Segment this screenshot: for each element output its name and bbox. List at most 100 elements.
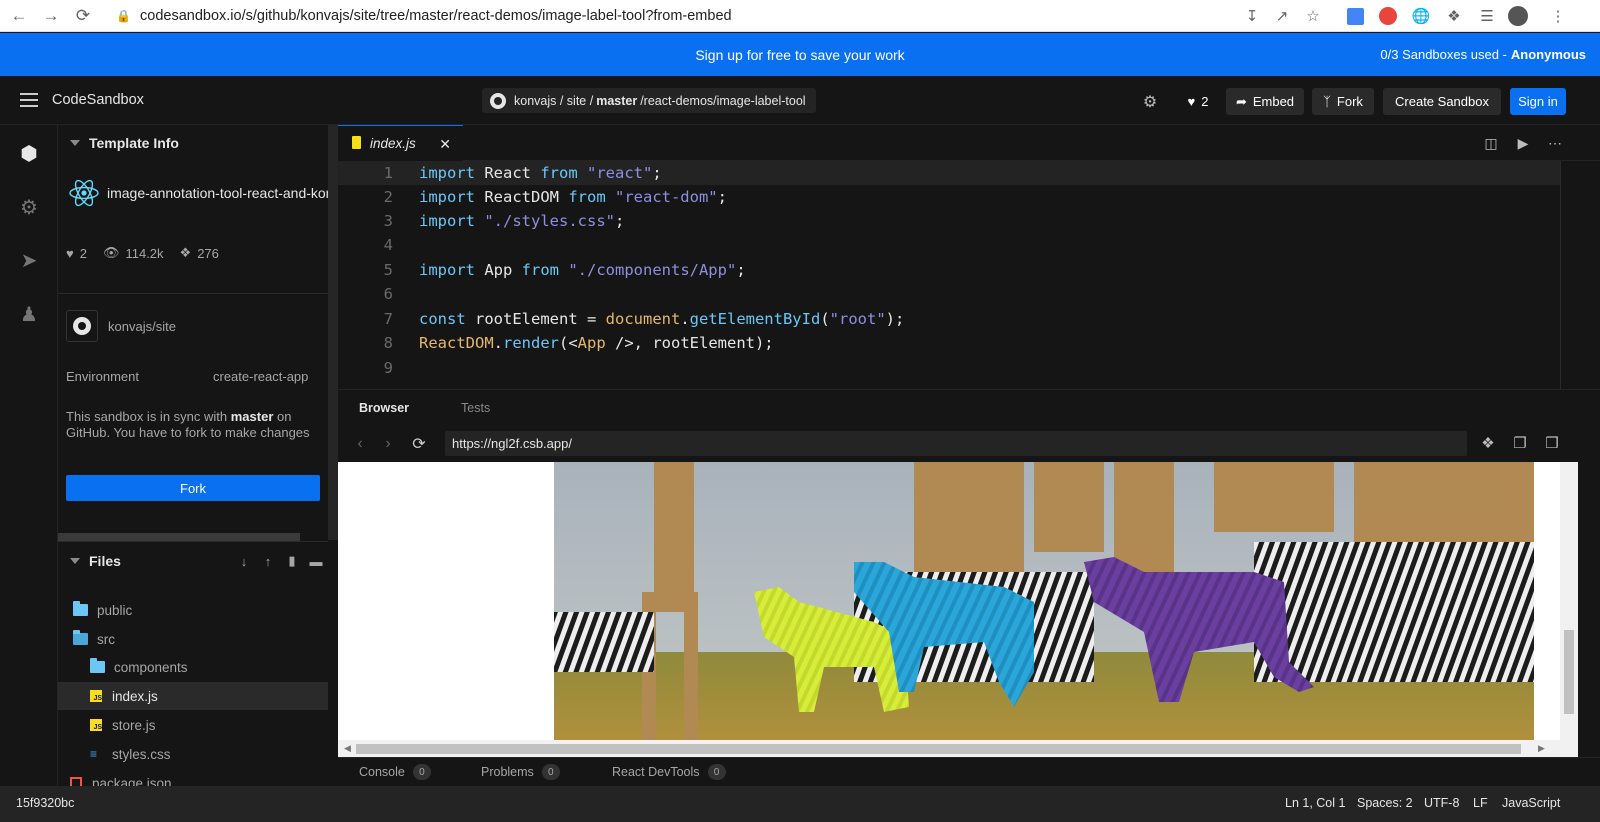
encoding[interactable]: UTF-8 [1424,796,1459,810]
upload-icon[interactable]: ↑ [256,554,280,569]
preview-forward-icon[interactable]: › [374,435,402,453]
tab-react-devtools[interactable]: React DevTools 0 [612,764,726,780]
scroll-left-icon[interactable]: ◀ [344,743,351,754]
punctuation: ; [652,164,662,182]
new-folder-icon[interactable]: ▬ [304,554,328,569]
like-button[interactable]: ♥ 2 [1180,88,1216,115]
collapse-triangle-icon [70,140,80,146]
preview-toggle-icon[interactable]: ▶ [1512,133,1534,153]
line-ending[interactable]: LF [1473,796,1488,810]
template-stats: ♥ 2 👁 114.2k ❖ 276 [66,243,235,263]
tab-console[interactable]: Console 0 [359,764,431,780]
install-icon[interactable]: ↧ [1240,4,1264,28]
signup-message[interactable]: Sign up for free to save your work [695,47,904,63]
line-number: 7 [383,310,393,328]
download-icon[interactable]: ↓ [232,554,256,569]
scroll-right-icon[interactable]: ▶ [1538,743,1545,754]
preview-reload-icon[interactable]: ⟳ [406,434,432,454]
method: render [503,334,559,352]
tab-browser[interactable]: Browser [359,401,409,415]
repo-breadcrumb[interactable]: konvajs / site / master /react-demos/ima… [482,88,816,113]
fork-sandbox-button[interactable]: Fork [66,475,320,501]
browser-menu-icon[interactable]: ⋮ [1546,4,1570,28]
preview-url-input[interactable]: https://ngl2f.csb.app/ [445,431,1467,456]
line-number: 3 [383,212,393,230]
count-badge: 0 [412,764,431,780]
identifier: rootElement = [465,310,606,328]
code-line: 9 [338,356,1560,380]
code-area[interactable]: 1 import React from "react"; 2 import Re… [338,161,1600,389]
github-repo-link[interactable]: konvajs/site [108,319,176,334]
file-item-store-js[interactable]: JS store.js [58,711,328,739]
annotated-photo[interactable] [554,462,1534,740]
gear-icon[interactable]: ⚙ [17,195,41,219]
address-bar[interactable]: 🔒 codesandbox.io/s/github/konvajs/site/t… [110,2,1230,30]
sidebar-horizontal-scrollbar[interactable] [58,533,300,541]
close-icon[interactable]: ✕ [439,136,451,153]
punctuation: ; [736,261,746,279]
rocket-icon[interactable]: ➤ [17,248,41,272]
globe-extension-icon[interactable]: 🌐 [1409,4,1433,28]
file-item-components[interactable]: components [58,653,328,681]
line-number: 8 [383,334,393,352]
file-item-src[interactable]: src [58,625,328,653]
star-icon[interactable]: ☆ [1301,4,1325,28]
share-icon[interactable]: ↗ [1270,4,1294,28]
tab-tests[interactable]: Tests [461,401,490,415]
cursor-position[interactable]: Ln 1, Col 1 [1285,796,1345,810]
tab-index-js[interactable]: index.js ✕ [338,125,463,161]
brand-title[interactable]: CodeSandbox [52,92,144,108]
file-item-styles-css[interactable]: ≡ styles.css [58,740,328,768]
github-repo-icon[interactable] [66,310,98,342]
profile-avatar[interactable] [1506,4,1530,28]
files-title: Files [89,553,121,569]
copy-icon[interactable]: ❐ [1509,434,1531,454]
punctuation: />, rootElement); [605,334,774,352]
file-item-index-js[interactable]: JS index.js [58,682,328,710]
editor-vertical-scrollbar[interactable] [1560,161,1574,389]
template-info-header[interactable]: Template Info [58,125,328,161]
users-icon[interactable]: ♟ [17,302,41,326]
preview-vertical-scrollbar[interactable] [1560,462,1578,758]
sync-branch: master [230,409,274,424]
layers-icon[interactable]: ❒ [1541,434,1563,454]
puzzle-extensions-icon[interactable]: ❖ [1442,4,1466,28]
line-number: 2 [383,188,393,206]
code-line: 4 [338,233,1560,257]
preview-horizontal-scrollbar[interactable]: ◀ ▶ [338,740,1560,758]
embed-button[interactable]: ➦ Embed [1226,88,1304,115]
create-sandbox-button[interactable]: Create Sandbox [1383,88,1501,115]
more-options-icon[interactable]: ⋯ [1544,133,1566,153]
hamburger-menu-icon[interactable] [20,93,38,107]
file-name: store.js [112,717,156,733]
tab-problems[interactable]: Problems 0 [481,764,560,780]
fork-header-button[interactable]: ᛉ Fork [1312,88,1374,115]
back-arrow-icon[interactable]: ← [6,3,32,29]
translate-extension-icon[interactable] [1343,4,1367,28]
file-item-public[interactable]: public [58,596,328,624]
adblock-extension-icon[interactable] [1376,4,1400,28]
count-badge: 0 [707,764,726,780]
cube-icon[interactable]: ⬢ [17,141,41,165]
sidebar-vertical-scrollbar[interactable] [328,125,338,540]
reload-icon[interactable]: ⟳ [70,3,96,29]
string: "./components/App" [559,261,737,279]
sign-in-button[interactable]: Sign in [1510,88,1566,115]
open-in-new-window-icon[interactable]: ❖ [1477,434,1499,454]
keyword: from [540,164,578,182]
settings-gear-icon[interactable]: ⚙ [1139,88,1161,115]
folder-open-icon [73,630,88,645]
media-control-icon[interactable]: ☰ [1475,4,1499,28]
language-mode[interactable]: JavaScript [1502,796,1560,810]
new-file-icon[interactable]: ▮ [280,553,304,569]
preview-back-icon[interactable]: ‹ [346,435,374,453]
folder-icon [90,658,105,673]
preview-frame[interactable] [338,462,1560,740]
signup-banner: Sign up for free to save your work 0/3 S… [0,33,1600,76]
split-view-icon[interactable]: ◫ [1480,133,1502,153]
indentation[interactable]: Spaces: 2 [1357,796,1413,810]
forward-arrow-icon[interactable]: → [38,3,64,29]
preview-tabs: Browser Tests [338,390,490,426]
file-name: src [97,631,115,647]
file-name: public [97,602,133,618]
